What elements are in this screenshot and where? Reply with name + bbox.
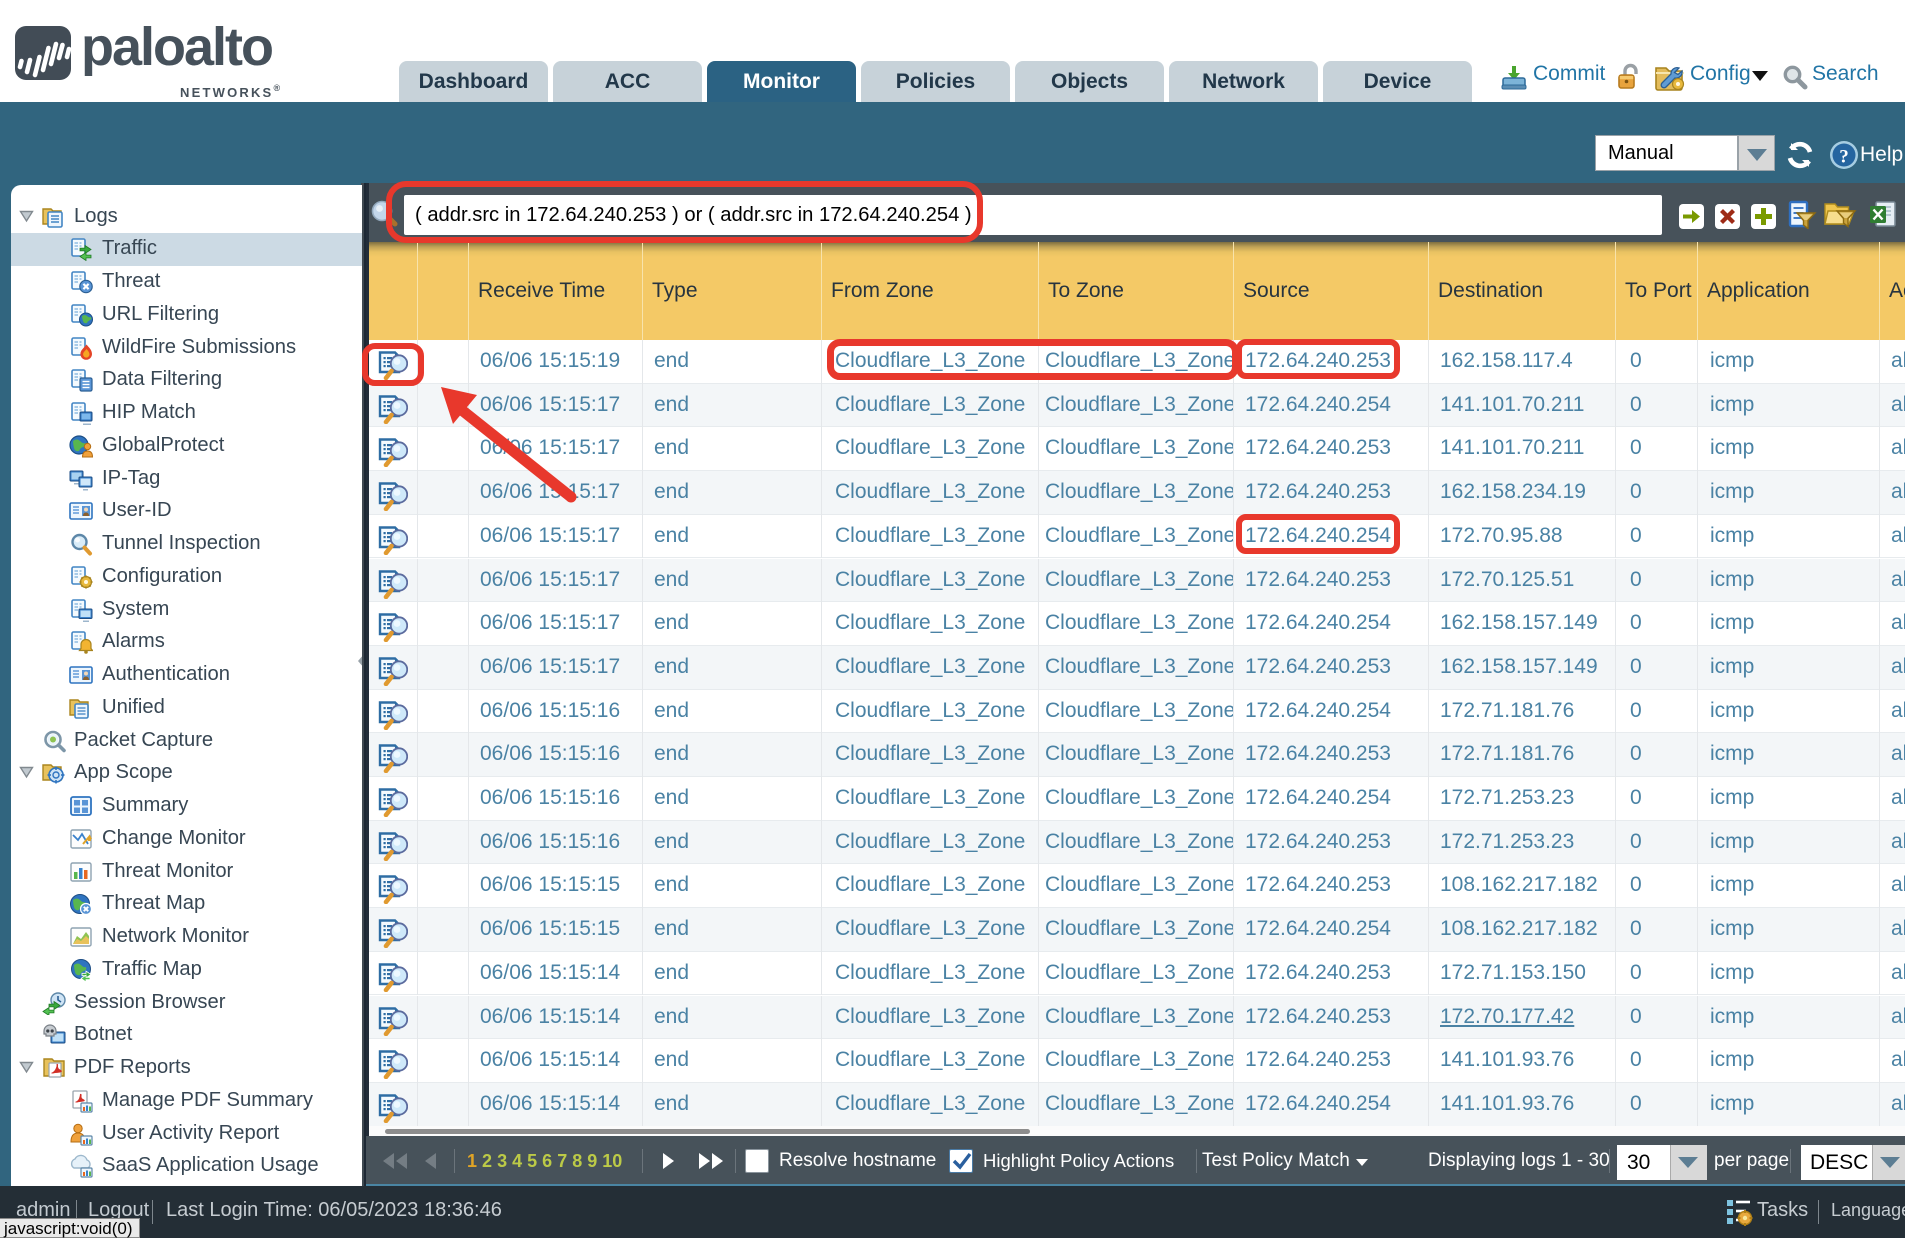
svg-text:?: ? bbox=[1839, 147, 1849, 168]
